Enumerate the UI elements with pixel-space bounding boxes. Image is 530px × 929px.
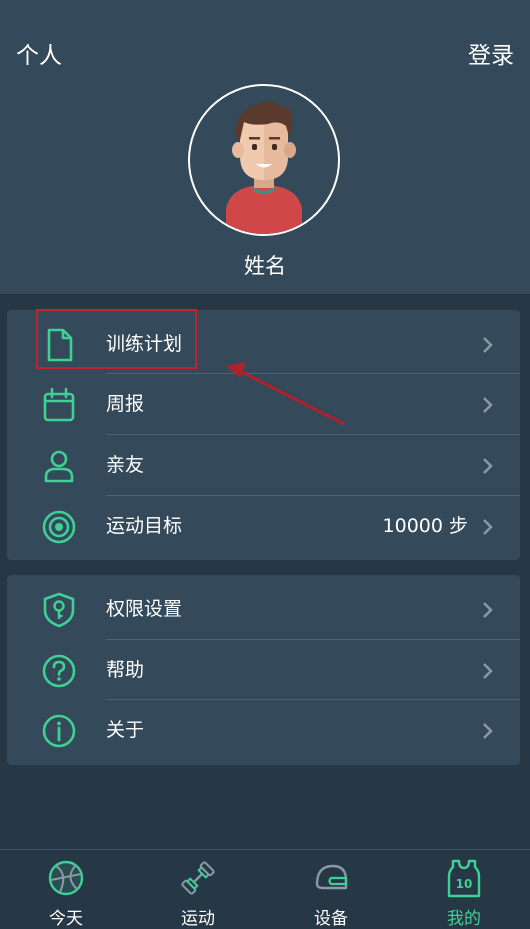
chevron-right-icon xyxy=(483,397,493,413)
menu-item-label: 帮助 xyxy=(106,659,145,681)
info-circle-icon xyxy=(42,714,76,748)
menu-item-label: 亲友 xyxy=(106,454,145,476)
chevron-right-icon xyxy=(483,337,493,353)
chevron-right-icon xyxy=(483,458,493,474)
menu-item-label: 关于 xyxy=(106,719,145,741)
settings-menu-card: 权限设置 帮助 关于 xyxy=(7,575,520,765)
target-icon xyxy=(42,510,76,544)
chevron-right-icon xyxy=(483,519,493,535)
tab-label: 设备 xyxy=(314,909,348,929)
person-icon xyxy=(44,450,74,483)
page-title: 个人 xyxy=(16,43,62,69)
shield-key-icon xyxy=(43,592,75,628)
menu-item-label: 运动目标 xyxy=(106,515,183,537)
menu-item-label: 训练计划 xyxy=(106,333,183,355)
chevron-right-icon xyxy=(483,602,493,618)
menu-item-about[interactable]: 关于 xyxy=(7,700,520,760)
login-button[interactable]: 登录 xyxy=(468,36,514,70)
jersey-number: 10 xyxy=(456,877,473,891)
step-goal-value: 10000 步 xyxy=(382,515,468,537)
question-circle-icon xyxy=(42,654,76,688)
tab-label: 我的 xyxy=(447,909,481,929)
dumbbell-icon xyxy=(181,861,215,895)
calendar-icon xyxy=(43,387,75,422)
tab-exercise[interactable]: 运动 xyxy=(132,850,264,929)
jersey-icon: 10 xyxy=(447,859,481,898)
menu-item-permissions[interactable]: 权限设置 xyxy=(7,579,520,639)
document-icon xyxy=(47,328,73,362)
chevron-right-icon xyxy=(483,663,493,679)
tab-today[interactable]: 今天 xyxy=(0,850,132,929)
tab-devices[interactable]: 设备 xyxy=(265,850,397,929)
menu-item-help[interactable]: 帮助 xyxy=(7,640,520,700)
menu-item-label: 权限设置 xyxy=(106,598,183,620)
menu-item-friends[interactable]: 亲友 xyxy=(7,435,520,495)
main-menu-card: 训练计划 周报 亲友 运动目标 10000 步 xyxy=(7,310,520,560)
menu-item-label: 周报 xyxy=(106,393,145,415)
menu-item-training-plan[interactable]: 训练计划 xyxy=(7,314,520,374)
helmet-icon xyxy=(315,864,348,890)
bottom-tab-bar: 今天 运动 设备 10 我的 xyxy=(0,849,530,929)
username[interactable]: 姓名 xyxy=(0,250,530,280)
profile-header: 个人 登录 姓名 xyxy=(0,0,530,294)
avatar[interactable] xyxy=(188,84,340,236)
tab-mine[interactable]: 10 我的 xyxy=(398,850,530,929)
tab-label: 今天 xyxy=(49,909,83,929)
tab-label: 运动 xyxy=(181,909,215,929)
chevron-right-icon xyxy=(483,723,493,739)
menu-item-weekly-report[interactable]: 周报 xyxy=(7,374,520,434)
basketball-icon xyxy=(48,860,84,896)
menu-item-exercise-goal[interactable]: 运动目标 10000 步 xyxy=(7,496,520,556)
